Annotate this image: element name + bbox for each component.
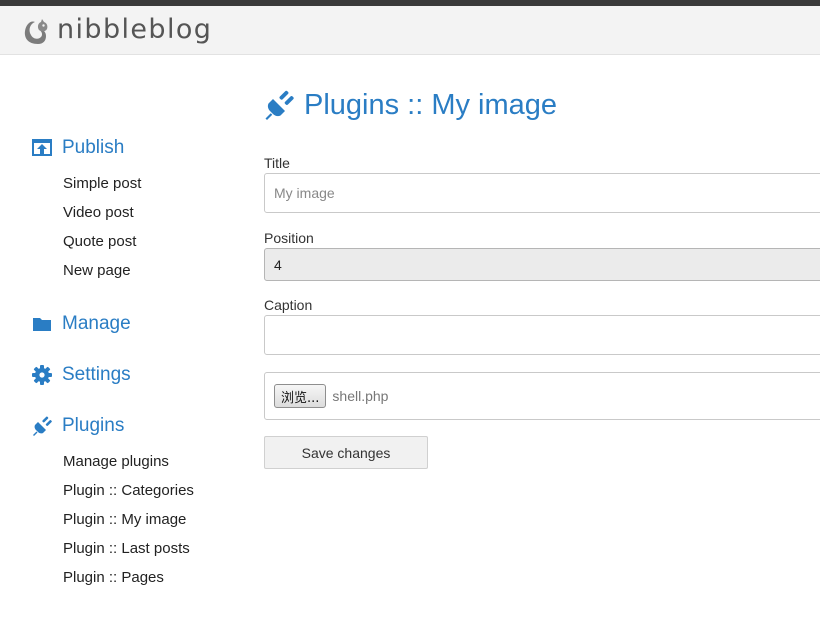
- sidebar-section-label: Manage: [62, 313, 131, 334]
- sidebar-item-video-post[interactable]: Video post: [63, 204, 134, 221]
- plug-icon: [265, 90, 294, 120]
- page-title-text: Plugins :: My image: [304, 88, 558, 121]
- brand-name[interactable]: nibbleblog: [57, 14, 212, 45]
- sidebar-item-new-page[interactable]: New page: [63, 262, 131, 279]
- position-input[interactable]: [264, 248, 820, 281]
- selected-file-name: shell.php: [332, 388, 389, 404]
- sidebar-section-publish[interactable]: Publish: [32, 136, 124, 160]
- squirrel-logo-icon[interactable]: [22, 16, 50, 46]
- sidebar-section-label: Plugins: [62, 415, 125, 436]
- save-changes-button[interactable]: Save changes: [264, 436, 428, 469]
- header: nibbleblog: [0, 6, 820, 55]
- sidebar-item-plugin-last-posts[interactable]: Plugin :: Last posts: [63, 540, 190, 557]
- sidebar-item-manage-plugins[interactable]: Manage plugins: [63, 453, 169, 470]
- caption-label: Caption: [264, 297, 313, 313]
- plug-icon: [33, 416, 52, 436]
- position-label: Position: [264, 230, 314, 246]
- sidebar-item-plugin-my-image[interactable]: Plugin :: My image: [63, 511, 186, 528]
- sidebar-item-plugin-categories[interactable]: Plugin :: Categories: [63, 482, 194, 499]
- publish-icon: [32, 139, 52, 156]
- browse-button[interactable]: 浏览...: [274, 384, 327, 408]
- sidebar-section-manage[interactable]: Manage: [32, 312, 131, 336]
- file-upload-field[interactable]: 浏览... shell.php: [264, 372, 820, 420]
- sidebar-section-settings[interactable]: Settings: [32, 363, 131, 387]
- sidebar-section-label: Publish: [62, 137, 125, 158]
- sidebar-item-quote-post[interactable]: Quote post: [63, 233, 136, 250]
- sidebar: Publish Simple post Video post Quote pos…: [0, 55, 250, 629]
- gear-icon: [32, 365, 52, 385]
- sidebar-section-plugins[interactable]: Plugins: [32, 414, 124, 438]
- sidebar-item-simple-post[interactable]: Simple post: [63, 175, 141, 192]
- folder-icon: [33, 318, 51, 331]
- page-title: Plugins :: My image: [264, 85, 557, 125]
- title-input[interactable]: [264, 173, 820, 213]
- title-label: Title: [264, 155, 290, 171]
- caption-input[interactable]: [264, 315, 820, 355]
- sidebar-section-label: Settings: [62, 364, 131, 385]
- sidebar-item-plugin-pages[interactable]: Plugin :: Pages: [63, 569, 164, 586]
